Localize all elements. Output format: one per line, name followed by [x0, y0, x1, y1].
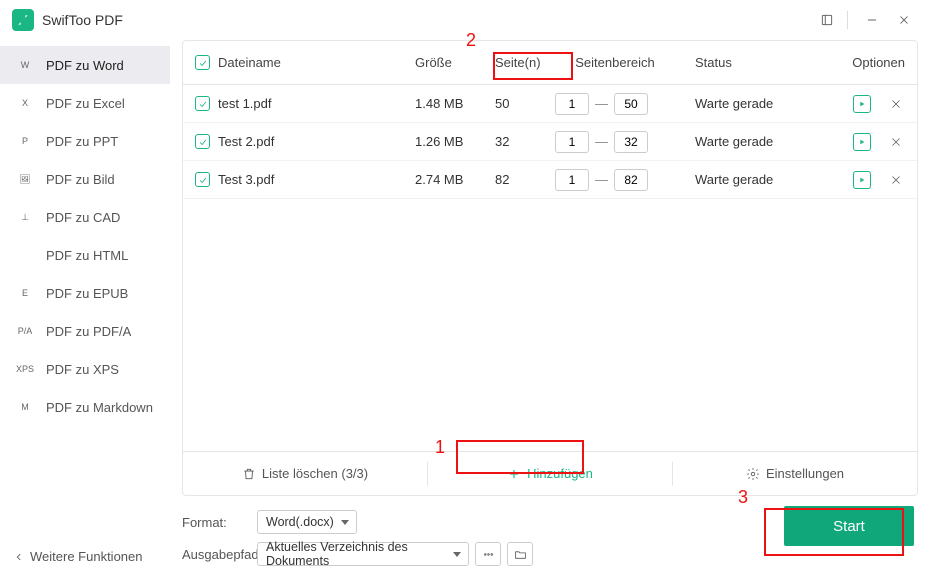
sidebar-badge-icon: ⊥	[16, 210, 34, 224]
close-button[interactable]	[890, 6, 918, 34]
format-dropdown[interactable]: Word(.docx)	[257, 510, 357, 534]
clear-list-label: Liste löschen (3/3)	[262, 466, 368, 481]
sidebar-badge-icon: P	[16, 134, 34, 148]
file-table: Dateiname Größe Seite(n) Seitenbereich S…	[182, 40, 918, 496]
sidebar-item-9[interactable]: M PDF zu Markdown	[0, 388, 170, 426]
sidebar-item-label: PDF zu Word	[46, 58, 124, 73]
sidebar-item-label: PDF zu EPUB	[46, 286, 128, 301]
annotation-1-box	[456, 440, 584, 474]
sidebar-item-label: PDF zu CAD	[46, 210, 120, 225]
range-dash: —	[595, 96, 608, 111]
annotation-1-label: 1	[435, 437, 445, 458]
content-area: 2 1 3 Dateiname Größe Seite(n) Seitenber…	[170, 40, 930, 580]
file-name: Test 3.pdf	[218, 172, 274, 187]
sidebar-item-1[interactable]: X PDF zu Excel	[0, 84, 170, 122]
hdr-size: Größe	[415, 55, 495, 70]
remove-button[interactable]	[887, 133, 905, 151]
sidebar-item-2[interactable]: P PDF zu PPT	[0, 122, 170, 160]
sidebar-badge-icon: 🖼	[16, 172, 34, 186]
settings-button[interactable]: Einstellungen	[673, 466, 917, 481]
play-button[interactable]	[853, 95, 871, 113]
remove-button[interactable]	[887, 95, 905, 113]
file-status: Warte gerade	[675, 172, 825, 187]
sidebar-item-label: PDF zu PPT	[46, 134, 118, 149]
minimize-button[interactable]	[858, 6, 886, 34]
range-to-input[interactable]	[614, 131, 648, 153]
sidebar-item-5[interactable]: PDF zu HTML	[0, 236, 170, 274]
select-all-checkbox[interactable]	[195, 55, 210, 70]
row-checkbox[interactable]	[195, 134, 210, 149]
annotation-3-box	[764, 508, 904, 556]
more-functions-label: Weitere Funktionen	[30, 549, 143, 564]
sidebar-item-0[interactable]: W PDF zu Word	[0, 46, 170, 84]
annotation-2-box	[493, 52, 573, 80]
output-label: Ausgabepfad:	[182, 547, 257, 562]
hdr-options: Optionen	[825, 55, 905, 70]
format-value: Word(.docx)	[266, 515, 334, 529]
table-row: Test 2.pdf 1.26 MB 32 — Warte gerade	[183, 123, 917, 161]
open-folder-button[interactable]	[507, 542, 533, 566]
sidebar-badge-icon	[16, 248, 34, 262]
app-title: SwifToo PDF	[42, 12, 123, 28]
more-output-button[interactable]	[475, 542, 501, 566]
sidebar-badge-icon: E	[16, 286, 34, 300]
hdr-status: Status	[675, 55, 825, 70]
sidebar-badge-icon: W	[16, 58, 34, 72]
sidebar: W PDF zu Word X PDF zu Excel P PDF zu PPT 🖼 PDF…	[0, 40, 170, 580]
range-dash: —	[595, 134, 608, 149]
settings-quick-icon[interactable]	[813, 6, 841, 34]
row-checkbox[interactable]	[195, 172, 210, 187]
sidebar-item-4[interactable]: ⊥ PDF zu CAD	[0, 198, 170, 236]
file-size: 2.74 MB	[415, 172, 495, 187]
app-logo	[12, 9, 34, 31]
play-button[interactable]	[853, 171, 871, 189]
sidebar-badge-icon: X	[16, 96, 34, 110]
sidebar-item-3[interactable]: 🖼 PDF zu Bild	[0, 160, 170, 198]
hdr-range: Seitenbereich	[555, 55, 675, 70]
file-pages: 32	[495, 134, 555, 149]
sidebar-item-label: PDF zu Markdown	[46, 400, 153, 415]
sidebar-item-7[interactable]: P/A PDF zu PDF/A	[0, 312, 170, 350]
file-name: Test 2.pdf	[218, 134, 274, 149]
sidebar-badge-icon: P/A	[16, 324, 34, 338]
sidebar-item-label: PDF zu XPS	[46, 362, 119, 377]
hdr-name: Dateiname	[218, 55, 281, 70]
range-to-input[interactable]	[614, 169, 648, 191]
settings-label: Einstellungen	[766, 466, 844, 481]
clear-list-button[interactable]: Liste löschen (3/3)	[183, 466, 427, 481]
table-row: Test 3.pdf 2.74 MB 82 — Warte gerade	[183, 161, 917, 199]
play-button[interactable]	[853, 133, 871, 151]
more-functions-link[interactable]: Weitere Funktionen	[0, 549, 170, 564]
format-label: Format:	[182, 515, 257, 530]
range-from-input[interactable]	[555, 169, 589, 191]
file-status: Warte gerade	[675, 134, 825, 149]
annotation-3-label: 3	[738, 487, 748, 508]
file-size: 1.26 MB	[415, 134, 495, 149]
sidebar-item-label: PDF zu PDF/A	[46, 324, 131, 339]
table-row: test 1.pdf 1.48 MB 50 — Warte gerade	[183, 85, 917, 123]
titlebar: SwifToo PDF	[0, 0, 930, 40]
sidebar-item-label: PDF zu Bild	[46, 172, 115, 187]
sidebar-badge-icon: XPS	[16, 362, 34, 376]
file-size: 1.48 MB	[415, 96, 495, 111]
file-pages: 50	[495, 96, 555, 111]
sidebar-item-8[interactable]: XPS PDF zu XPS	[0, 350, 170, 388]
range-to-input[interactable]	[614, 93, 648, 115]
file-status: Warte gerade	[675, 96, 825, 111]
output-value: Aktuelles Verzeichnis des Dokuments	[266, 540, 446, 568]
sidebar-item-label: PDF zu Excel	[46, 96, 125, 111]
remove-button[interactable]	[887, 171, 905, 189]
sidebar-item-label: PDF zu HTML	[46, 248, 128, 263]
range-dash: —	[595, 172, 608, 187]
output-dropdown[interactable]: Aktuelles Verzeichnis des Dokuments	[257, 542, 469, 566]
file-pages: 82	[495, 172, 555, 187]
range-from-input[interactable]	[555, 93, 589, 115]
range-from-input[interactable]	[555, 131, 589, 153]
file-name: test 1.pdf	[218, 96, 271, 111]
annotation-2-label: 2	[466, 30, 476, 51]
row-checkbox[interactable]	[195, 96, 210, 111]
sidebar-item-6[interactable]: E PDF zu EPUB	[0, 274, 170, 312]
sidebar-badge-icon: M	[16, 400, 34, 414]
